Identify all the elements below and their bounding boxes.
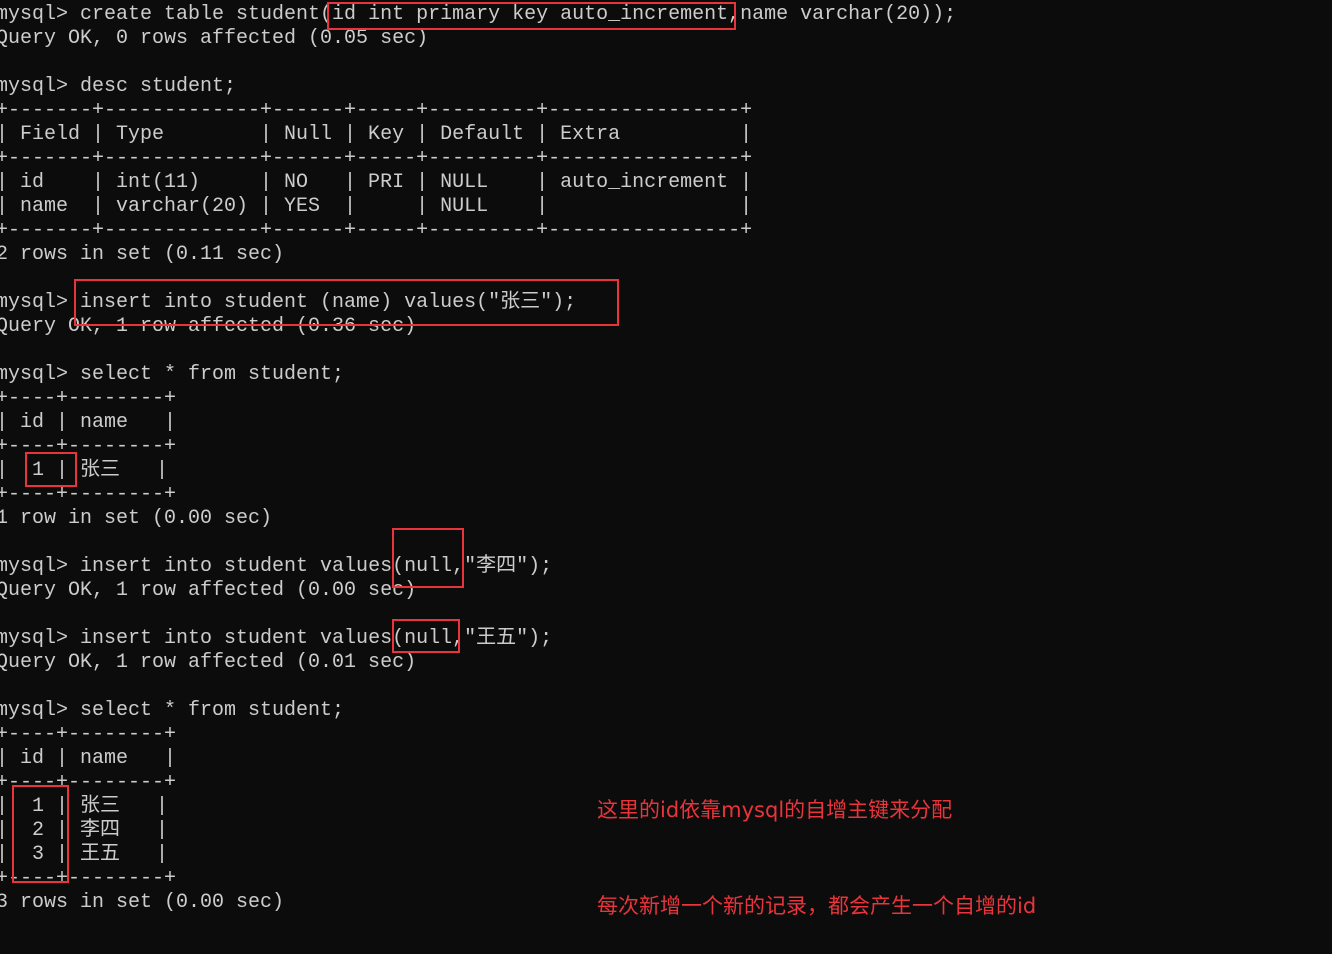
terminal-line-output: Query OK, 1 row affected (0.01 sec)	[0, 651, 956, 675]
terminal-line-text: Query OK, 0 rows affected (0.05 sec)	[0, 27, 429, 50]
mysql-prompt: mysql>	[0, 627, 81, 650]
terminal-line-table: | Field | Type | Null | Key | Default | …	[0, 123, 956, 147]
terminal-line-command: mysql> insert into student values(null,"…	[0, 627, 956, 651]
terminal-line-text: 1 row in set (0.00 sec)	[0, 507, 273, 530]
terminal-line-command: mysql> insert into student values(null,"…	[0, 555, 956, 579]
terminal-line-table: | id | name |	[0, 411, 956, 435]
terminal-line-text: | Field | Type | Null | Key | Default | …	[0, 123, 753, 146]
terminal-line-text: | name | varchar(20) | YES | | NULL | |	[0, 195, 753, 218]
terminal-line-table: | id | int(11) | NO | PRI | NULL | auto_…	[0, 171, 956, 195]
terminal-line-command: mysql> desc student;	[0, 75, 956, 99]
mysql-prompt: mysql>	[0, 75, 81, 98]
terminal-line-text: desc student;	[80, 75, 237, 98]
terminal-line-text: +-------+-------------+------+-----+----…	[0, 147, 753, 170]
mysql-prompt: mysql>	[0, 699, 81, 722]
terminal-line-table: +----+--------+	[0, 483, 956, 507]
terminal-line-output: Query OK, 0 rows affected (0.05 sec)	[0, 27, 956, 51]
highlight-box-null-lisi	[392, 528, 464, 588]
terminal-line-table: | 1 | 张三 |	[0, 459, 956, 483]
annotation-note: 这里的id依靠mysql的自增主键来分配 每次新增一个新的记录，都会产生一个自增…	[597, 730, 1036, 954]
mysql-prompt: mysql>	[0, 555, 81, 578]
highlight-box-id-1	[25, 452, 77, 487]
terminal-line-text: +-------+-------------+------+-----+----…	[0, 99, 753, 122]
terminal-line-text: 3 rows in set (0.00 sec)	[0, 891, 285, 914]
terminal-line-text: select * from student;	[80, 699, 345, 722]
terminal-line-text: +----+--------+	[0, 723, 177, 746]
terminal-line-output: 2 rows in set (0.11 sec)	[0, 243, 956, 267]
terminal-line-text: +-------+-------------+------+-----+----…	[0, 219, 753, 242]
highlight-box-null-wangwu	[392, 619, 460, 653]
terminal-line-text: | id | name |	[0, 411, 177, 434]
terminal-line-text: +----+--------+	[0, 387, 177, 410]
highlight-box-insert-name	[74, 279, 619, 326]
mysql-prompt: mysql>	[0, 3, 81, 26]
terminal-line-text: insert into student values(null,"王五");	[80, 627, 553, 650]
terminal-line-table: +-------+-------------+------+-----+----…	[0, 99, 956, 123]
terminal-line-command: mysql> select * from student;	[0, 363, 956, 387]
terminal-line-text: 2 rows in set (0.11 sec)	[0, 243, 285, 266]
terminal-line-table: +-------+-------------+------+-----+----…	[0, 147, 956, 171]
terminal-line-output: 1 row in set (0.00 sec)	[0, 507, 956, 531]
highlight-box-auto-increment	[327, 2, 736, 30]
terminal-line-command: mysql> select * from student;	[0, 699, 956, 723]
terminal-line-text: select * from student;	[80, 363, 345, 386]
terminal-line-text: | id | int(11) | NO | PRI | NULL | auto_…	[0, 171, 753, 194]
terminal-line-table: +-------+-------------+------+-----+----…	[0, 219, 956, 243]
terminal-line-text: | id | name |	[0, 747, 177, 770]
terminal-line-table: +----+--------+	[0, 387, 956, 411]
annotation-line-1: 这里的id依靠mysql的自增主键来分配	[597, 798, 953, 822]
terminal-line-text: Query OK, 1 row affected (0.00 sec)	[0, 579, 417, 602]
terminal-line-text: insert into student values(null,"李四");	[80, 555, 553, 578]
annotation-line-2: 每次新增一个新的记录，都会产生一个自增的id	[597, 894, 1037, 918]
mysql-prompt: mysql>	[0, 363, 81, 386]
terminal-line-output: Query OK, 1 row affected (0.00 sec)	[0, 579, 956, 603]
mysql-prompt: mysql>	[0, 291, 81, 314]
terminal-line-table: | name | varchar(20) | YES | | NULL | |	[0, 195, 956, 219]
terminal-line-table: +----+--------+	[0, 435, 956, 459]
terminal-line-text: Query OK, 1 row affected (0.01 sec)	[0, 651, 417, 674]
highlight-box-ids	[12, 785, 69, 883]
